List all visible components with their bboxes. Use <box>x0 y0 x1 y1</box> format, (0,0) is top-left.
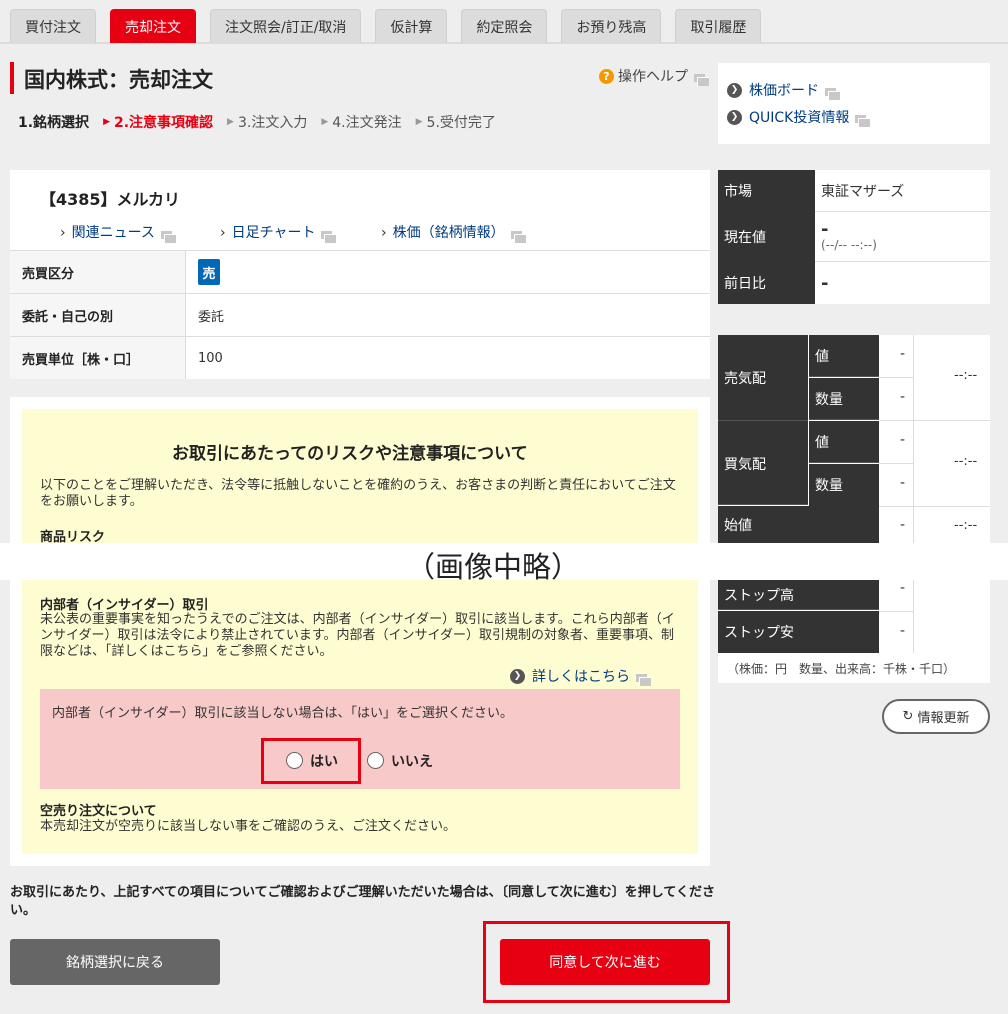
trade-unit-row: 売買単位［株・口］ 100 <box>10 336 710 379</box>
units-note: （株価：円 数量、出来高：千株・千口） <box>727 662 956 676</box>
chevron-right-icon: ❯ <box>727 109 742 125</box>
ask-time: --:-- <box>954 368 978 383</box>
bid-qty-label: 数量 <box>809 464 879 506</box>
step-2: ▶ 2.注意事項確認 <box>103 115 214 131</box>
tab-simulation[interactable]: 仮計算 <box>375 9 448 43</box>
tab-bar: 買付注文 売却注文 注文照会/訂正/取消 仮計算 約定照会 お預り残高 取引履歴 <box>10 9 775 43</box>
ask-value-label: 値 <box>809 335 879 377</box>
current-price-label: 現在値 <box>718 212 815 262</box>
quick-info-link[interactable]: ❯ QUICK投資情報 <box>727 107 871 127</box>
new-window-icon <box>321 231 337 243</box>
current-price-value: - <box>821 218 829 240</box>
step-1: 1.銘柄選択 <box>18 115 90 131</box>
market-value: 東証マザーズ <box>815 170 990 212</box>
tab-balance[interactable]: お預り残高 <box>561 9 662 43</box>
short-sell-text: 本売却注文が空売りに該当しない事をご確認のうえ、ご注文ください。 <box>40 819 457 834</box>
bid-qty: - <box>900 475 906 491</box>
tab-order-inquiry[interactable]: 注文照会/訂正/取消 <box>210 9 362 43</box>
notice-intro: 以下のことをご理解いただき、法令等に抵触しないことを確約のうえ、お客さまの判断と… <box>40 478 676 509</box>
ask-label: 売気配 <box>724 371 766 387</box>
stock-price-link[interactable]: › 株価（銘柄情報） <box>381 222 526 243</box>
step-arrow-icon: ▶ <box>321 117 329 127</box>
confirm-text: お取引にあたり、上記すべての項目についてご確認およびご理解いただいた場合は、〔同… <box>10 885 715 918</box>
ask-value: - <box>900 346 906 362</box>
step-3: ▶ 3.注文入力 <box>227 115 308 131</box>
tab-buy-order[interactable]: 買付注文 <box>10 9 96 43</box>
trade-type-row: 売買区分 売 <box>10 250 710 293</box>
account-type-label: 委託・自己の別 <box>10 294 186 336</box>
ask-qty: - <box>900 389 906 405</box>
tab-history[interactable]: 取引履歴 <box>675 9 762 43</box>
no-label[interactable]: いいえ <box>391 751 433 771</box>
ask-qty-label: 数量 <box>809 378 879 420</box>
question-icon: ? <box>599 68 614 84</box>
new-window-icon <box>636 674 651 686</box>
side-link-panel <box>718 63 990 144</box>
tab-sell-order[interactable]: 売却注文 <box>110 9 196 43</box>
agree-next-button[interactable]: 同意して次に進む <box>500 939 710 985</box>
step-arrow-icon: ▶ <box>227 117 234 127</box>
market-label: 市場 <box>718 170 815 212</box>
no-radio[interactable] <box>367 752 384 769</box>
chevron-right-icon: › <box>220 225 226 241</box>
sell-badge: 売 <box>198 259 220 285</box>
trade-unit-value: 100 <box>198 350 223 366</box>
refresh-button[interactable]: ↻ 情報更新 <box>882 699 990 734</box>
new-window-icon <box>825 88 840 100</box>
bid-label: 買気配 <box>724 457 766 473</box>
chevron-right-icon: › <box>60 225 66 241</box>
short-sell-heading: 空売り注文について <box>40 804 157 819</box>
step-4: ▶ 4.注文発注 <box>321 115 402 131</box>
refresh-icon: ↻ <box>902 709 914 724</box>
open-time: --:-- <box>954 518 978 533</box>
insider-text: 未公表の重要事実を知ったうえでのご注文は、内部者（インサイダー）取引に該当します… <box>40 612 675 659</box>
current-price-cell: - (--/-- --:--) <box>815 212 990 262</box>
insider-heading: 内部者（インサイダー）取引 <box>40 598 209 613</box>
help-link[interactable]: ? 操作ヘルプ <box>599 66 709 86</box>
bid-time: --:-- <box>954 454 978 469</box>
change-label: 前日比 <box>718 262 815 304</box>
stock-board-link[interactable]: ❯ 株価ボード <box>727 80 840 100</box>
stop-high-label: ストップ高 <box>718 580 879 610</box>
chevron-right-icon: › <box>381 225 387 241</box>
tab-execution-inquiry[interactable]: 約定照会 <box>461 9 548 43</box>
trade-unit-label: 売買単位［株・口］ <box>10 337 186 379</box>
account-type-row: 委託・自己の別 委託 <box>10 293 710 336</box>
help-label: 操作ヘルプ <box>618 69 688 85</box>
stop-low-value: - <box>900 623 906 639</box>
bid-value-label: 値 <box>809 421 879 463</box>
notice-box-top <box>22 409 698 543</box>
details-link[interactable]: ❯ 詳しくはこちら <box>510 666 651 686</box>
trade-type-label: 売買区分 <box>10 251 186 293</box>
related-news-link[interactable]: › 関連ニュース <box>60 222 176 243</box>
open-value: - <box>900 517 906 533</box>
back-button[interactable]: 銘柄選択に戻る <box>10 939 220 985</box>
new-window-icon <box>510 231 526 243</box>
notice-title: お取引にあたってのリスクや注意事項について <box>172 444 528 464</box>
stock-name: 【4385】メルカリ <box>40 190 181 209</box>
daily-chart-link[interactable]: › 日足チャート <box>220 222 337 243</box>
new-window-icon <box>855 115 871 127</box>
step-5: ▶ 5.受付完了 <box>415 115 496 131</box>
account-type-value: 委託 <box>198 309 225 325</box>
stop-high-value: - <box>900 580 906 596</box>
step-indicator: 1.銘柄選択 ▶ 2.注意事項確認 ▶ 3.注文入力 ▶ 4.注文発注 ▶ 5.受付完了 <box>18 112 510 132</box>
bid-value: - <box>900 432 906 448</box>
chevron-right-icon: ❯ <box>727 82 742 98</box>
yes-label[interactable]: はい <box>310 751 338 771</box>
insider-question: 内部者（インサイダー）取引に該当しない場合は、「はい」をご選択ください。 <box>52 706 513 721</box>
stop-low-label: ストップ安 <box>718 611 879 653</box>
new-window-icon <box>694 74 709 86</box>
title-accent <box>10 62 14 94</box>
open-label: 始値 <box>718 506 879 543</box>
new-window-icon <box>160 231 176 243</box>
current-price-time: (--/-- --:--) <box>821 237 877 252</box>
page-title: 国内株式：売却注文 <box>24 68 213 92</box>
step-arrow-icon: ▶ <box>415 117 423 127</box>
step-arrow-icon: ▶ <box>103 117 110 127</box>
change-value: - <box>815 262 990 304</box>
chevron-right-icon: ❯ <box>510 668 525 684</box>
yes-radio[interactable] <box>286 752 303 769</box>
